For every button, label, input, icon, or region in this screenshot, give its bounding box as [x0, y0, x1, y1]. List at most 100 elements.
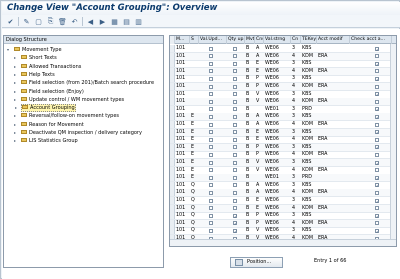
column-header[interactable]: Qty up...	[227, 36, 245, 44]
table-cell[interactable]: KDM	[301, 220, 317, 227]
select-all-rows-icon[interactable]	[170, 36, 175, 44]
table-cell[interactable]: 101	[175, 167, 190, 174]
table-cell[interactable]	[317, 197, 350, 204]
table-cell[interactable]: E	[255, 205, 264, 212]
table-cell[interactable]: WE06	[264, 45, 291, 52]
table-cell[interactable]: KDM	[301, 53, 317, 60]
column-header[interactable]: TEKey	[301, 36, 317, 44]
checkbox[interactable]: ✓	[375, 228, 379, 233]
table-cell[interactable]: P	[255, 151, 264, 158]
table-cell[interactable]: 4	[291, 205, 301, 212]
table-cell[interactable]	[190, 60, 199, 67]
table-cell[interactable]: KDM	[301, 121, 317, 128]
table-cell[interactable]: 101	[175, 53, 190, 60]
checkbox[interactable]	[209, 84, 213, 89]
table-cell[interactable]: 101	[175, 136, 190, 143]
tree-node[interactable]: ▸ Short Texts	[14, 54, 57, 62]
table-cell[interactable]	[255, 174, 264, 181]
table-cell[interactable]: 101	[175, 113, 190, 120]
checkbox[interactable]	[233, 168, 237, 173]
table-cell[interactable]: P	[255, 75, 264, 82]
tree-node[interactable]: ▸ Allowed Transactions	[14, 63, 81, 71]
table-cell[interactable]: V	[255, 91, 264, 98]
table-cell[interactable]: V	[255, 167, 264, 174]
checkbox[interactable]	[209, 114, 213, 119]
checkbox[interactable]	[209, 69, 213, 74]
checkbox[interactable]	[209, 190, 213, 195]
checkbox[interactable]	[209, 221, 213, 226]
table-cell[interactable]: KDM	[301, 83, 317, 90]
table-cell[interactable]: Q	[190, 205, 199, 212]
table-cell[interactable]: ERA	[317, 205, 350, 212]
table-cell[interactable]: WE06	[264, 220, 291, 227]
table-cell[interactable]: E	[190, 121, 199, 128]
table-cell[interactable]: B	[245, 167, 255, 174]
table-cell[interactable]: WE06	[264, 227, 291, 234]
table-cell[interactable]: WE06	[264, 151, 291, 158]
table-cell[interactable]: 3	[291, 144, 301, 151]
table-cell[interactable]: 101	[175, 91, 190, 98]
checkbox[interactable]: ✓	[375, 61, 379, 66]
table-cell[interactable]: KBS	[301, 159, 317, 166]
table-cell[interactable]: 101	[175, 68, 190, 75]
table-cell[interactable]: WE06	[264, 189, 291, 196]
checkbox[interactable]	[375, 206, 379, 211]
checkbox[interactable]	[209, 183, 213, 188]
checkbox[interactable]	[209, 152, 213, 157]
table-cell[interactable]: Q	[190, 212, 199, 219]
table-cell[interactable]: KDM	[301, 68, 317, 75]
table-cell[interactable]	[317, 106, 350, 113]
checkbox[interactable]	[233, 99, 237, 104]
table-cell[interactable]: E	[190, 144, 199, 151]
table-cell[interactable]: P	[255, 83, 264, 90]
checkbox[interactable]: ✓	[375, 107, 379, 112]
table-cell[interactable]: B	[245, 159, 255, 166]
table-cell[interactable]: KDM	[301, 151, 317, 158]
table-cell[interactable]: E	[190, 151, 199, 158]
collapsed-icon[interactable]: ▸	[15, 105, 17, 111]
table-cell[interactable]: 3	[291, 212, 301, 219]
table-cell[interactable]	[317, 129, 350, 136]
table-cell[interactable]: 3	[291, 91, 301, 98]
table-cell[interactable]: ERA	[317, 68, 350, 75]
table-cell[interactable]: WE06	[264, 83, 291, 90]
table-cell[interactable]: WE06	[264, 121, 291, 128]
table-cell[interactable]: A	[255, 53, 264, 60]
collapsed-icon[interactable]: ▸	[14, 63, 16, 71]
table-cell[interactable]: 4	[291, 136, 301, 143]
tree-node[interactable]: ▸ Update control / WM movement types	[14, 96, 124, 104]
table-cell[interactable]: ERA	[317, 151, 350, 158]
table-cell[interactable]: A	[255, 45, 264, 52]
table-cell[interactable]	[190, 45, 199, 52]
table-cell[interactable]: V	[255, 98, 264, 105]
table-cell[interactable]: WE06	[264, 98, 291, 105]
collapsed-icon[interactable]: ▸	[14, 79, 16, 87]
checkbox[interactable]	[209, 206, 213, 211]
checkbox[interactable]	[233, 54, 237, 59]
table-cell[interactable]	[317, 174, 350, 181]
checkbox[interactable]	[233, 130, 237, 135]
table-cell[interactable]	[317, 159, 350, 166]
expand-icon[interactable]: ▾	[7, 46, 9, 54]
checkbox[interactable]	[209, 107, 213, 112]
table-cell[interactable]: B	[245, 106, 255, 113]
table-cell[interactable]: Q	[190, 197, 199, 204]
table-cell[interactable]: E	[255, 136, 264, 143]
table-cell[interactable]: 4	[291, 98, 301, 105]
table-cell[interactable]: WE06	[264, 129, 291, 136]
table-cell[interactable]: KBS	[301, 129, 317, 136]
checkbox[interactable]	[233, 107, 237, 112]
table-cell[interactable]: WE06	[264, 144, 291, 151]
tree-node[interactable]: ▸ Account Grouping	[15, 104, 76, 113]
checkbox[interactable]	[233, 137, 237, 142]
checkbox[interactable]: ✓	[375, 183, 379, 188]
collapsed-icon[interactable]: ▸	[14, 112, 16, 120]
table-cell[interactable]: ERA	[317, 220, 350, 227]
table-cell[interactable]: WE06	[264, 136, 291, 143]
tree-node[interactable]: ▸ Field selection (Enjoy)	[14, 88, 84, 96]
select-block-icon[interactable]: ▤	[122, 17, 131, 26]
table-cell[interactable]: B	[245, 220, 255, 227]
table-cell[interactable]	[317, 91, 350, 98]
table-cell[interactable]: KBS	[301, 91, 317, 98]
column-header[interactable]: Val.Upd...	[199, 36, 227, 44]
